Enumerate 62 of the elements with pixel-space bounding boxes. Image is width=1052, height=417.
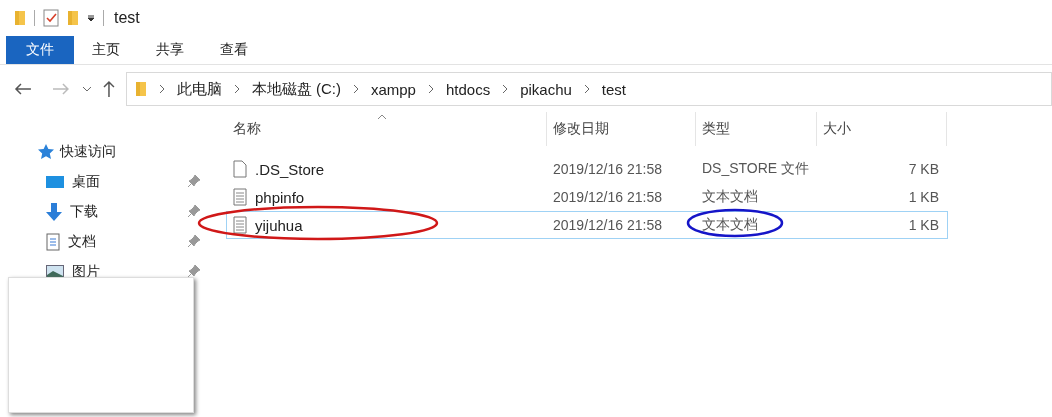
pin-icon[interactable] bbox=[188, 175, 200, 187]
type-cell: 文本文档 bbox=[702, 188, 758, 206]
chevron-right-icon bbox=[352, 84, 359, 94]
type-cell: DS_STORE 文件 bbox=[702, 160, 810, 178]
star-icon bbox=[38, 144, 54, 160]
chevron-right-icon bbox=[233, 84, 240, 94]
download-arrow-icon bbox=[46, 203, 62, 221]
date-cell: 2019/12/16 21:58 bbox=[553, 217, 662, 233]
sidebar-item[interactable]: 文档 bbox=[68, 233, 96, 251]
file-row[interactable]: .DS_Store 2019/12/16 21:58 DS_STORE 文件 7 KB bbox=[226, 155, 948, 183]
file-name: .DS_Store bbox=[255, 160, 325, 178]
text-file-icon bbox=[233, 216, 247, 234]
ribbon-tab[interactable]: 主页 bbox=[74, 36, 138, 64]
breadcrumb[interactable]: test bbox=[601, 80, 627, 98]
document-icon bbox=[46, 233, 60, 251]
chevron-right-icon bbox=[427, 84, 434, 94]
file-name: yijuhua bbox=[255, 216, 303, 234]
breadcrumb[interactable]: 此电脑 bbox=[176, 79, 222, 99]
date-cell: 2019/12/16 21:58 bbox=[553, 161, 662, 177]
folder-icon bbox=[14, 10, 26, 26]
sidebar-item[interactable]: 图片 bbox=[72, 263, 100, 281]
breadcrumb[interactable]: htdocs bbox=[445, 80, 491, 98]
chevron-right-icon bbox=[583, 84, 590, 94]
address-bar[interactable]: 此电脑 本地磁盘 (C:) xampp htdocs pikachu test bbox=[125, 72, 1052, 106]
folder-icon bbox=[134, 81, 147, 97]
text-file-icon bbox=[233, 188, 247, 206]
file-row[interactable]: yijuhua 2019/12/16 21:58 文本文档 1 KB bbox=[226, 211, 948, 239]
column-header[interactable]: 类型 bbox=[696, 112, 817, 146]
ribbon-tab[interactable]: 文件 bbox=[6, 36, 74, 64]
file-icon bbox=[233, 160, 247, 178]
breadcrumb[interactable]: 本地磁盘 (C:) bbox=[251, 79, 341, 99]
chevron-down-icon[interactable] bbox=[81, 86, 92, 92]
chevron-right-icon bbox=[502, 84, 509, 94]
back-icon[interactable] bbox=[14, 82, 32, 96]
new-folder-icon bbox=[67, 10, 79, 26]
size-cell: 7 KB bbox=[908, 161, 939, 177]
size-cell: 1 KB bbox=[908, 217, 939, 233]
window-title: test bbox=[114, 9, 140, 27]
pin-icon[interactable] bbox=[188, 235, 200, 247]
date-cell: 2019/12/16 21:58 bbox=[553, 189, 662, 205]
up-arrow-icon[interactable] bbox=[101, 80, 116, 98]
chevron-right-icon bbox=[158, 84, 165, 94]
sidebar-item[interactable]: 桌面 bbox=[72, 173, 100, 191]
size-cell: 1 KB bbox=[908, 189, 939, 205]
type-cell: 文本文档 bbox=[702, 216, 758, 234]
column-header[interactable]: 大小 bbox=[817, 112, 947, 146]
monitor-icon bbox=[46, 175, 64, 189]
file-row[interactable]: phpinfo 2019/12/16 21:58 文本文档 1 KB bbox=[226, 183, 948, 211]
breadcrumb[interactable]: pikachu bbox=[520, 80, 572, 98]
column-header[interactable]: 名称 bbox=[227, 112, 547, 146]
ribbon-tab[interactable]: 共享 bbox=[138, 36, 202, 64]
ribbon-tab[interactable]: 查看 bbox=[202, 36, 266, 64]
sidebar-item[interactable]: 下载 bbox=[70, 203, 98, 221]
sort-caret-icon bbox=[377, 114, 387, 120]
pin-icon[interactable] bbox=[188, 265, 200, 277]
pin-icon[interactable] bbox=[188, 205, 200, 217]
properties-icon[interactable] bbox=[43, 9, 59, 27]
sidebar-heading[interactable]: 快速访问 bbox=[60, 143, 116, 161]
column-header[interactable]: 修改日期 bbox=[547, 112, 696, 146]
breadcrumb[interactable]: xampp bbox=[370, 80, 416, 98]
dropdown-icon[interactable] bbox=[87, 14, 95, 22]
file-name: phpinfo bbox=[255, 188, 305, 206]
